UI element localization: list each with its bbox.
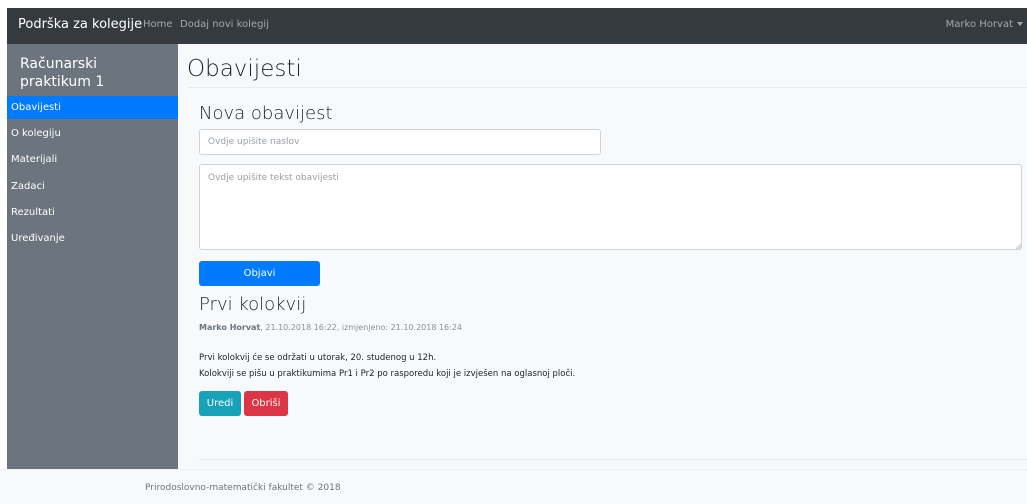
nav-link-home[interactable]: Home: [143, 19, 173, 30]
sidebar-item-materials[interactable]: Materijali: [7, 148, 178, 171]
top-navbar: Podrška za kolegije Home Dodaj novi kole…: [7, 8, 1027, 44]
notice-timestamps: , 21.10.2018 16:22, izmjenjeno: 21.10.20…: [260, 323, 463, 332]
main-content: Obavijesti Nova obavijest Objavi Prvi ko…: [178, 44, 1027, 469]
footer: Prirodoslovno-matematički fakultet © 201…: [0, 469, 1027, 504]
sidebar-item-notices[interactable]: Obavijesti: [7, 96, 178, 119]
nav-link-add-course[interactable]: Dodaj novi kolegij: [180, 19, 269, 30]
course-title: Računarski praktikum 1: [20, 56, 105, 90]
title-divider: [187, 87, 1027, 88]
notice-title-input[interactable]: [199, 129, 601, 155]
user-name: Marko Horvat: [945, 19, 1013, 30]
post-notice-button[interactable]: Objavi: [199, 261, 320, 286]
delete-notice-button[interactable]: Obriši: [244, 391, 288, 416]
notice-author: Marko Horvat: [199, 323, 261, 332]
notice-body-textarea[interactable]: [199, 164, 1022, 250]
sidebar-item-tasks[interactable]: Zadaci: [7, 175, 178, 198]
user-menu-toggle[interactable]: Marko Horvat: [946, 19, 1023, 30]
footer-copyright: Prirodoslovno-matematički fakultet © 201…: [145, 483, 341, 493]
sidebar: Računarski praktikum 1 Obavijesti O kole…: [7, 44, 178, 469]
sidebar-item-results[interactable]: Rezultati: [7, 201, 178, 224]
page-title: Obavijesti: [187, 56, 302, 82]
brand-logo-text[interactable]: Podrška za kolegije: [18, 17, 142, 32]
resize-grip-icon[interactable]: [1015, 243, 1021, 249]
notice-meta: Marko Horvat, 21.10.2018 16:22, izmjenje…: [199, 323, 462, 332]
notice-body-line: Prvi kolokvij će se održati u utorak, 20…: [199, 353, 437, 363]
notice-title: Prvi kolokvij: [199, 294, 307, 315]
new-notice-heading: Nova obavijest: [199, 103, 333, 124]
caret-down-icon: [1017, 22, 1023, 26]
notice-body-line: Kolokviji se pišu u praktikumima Pr1 i P…: [199, 369, 576, 379]
edit-notice-button[interactable]: Uredi: [199, 391, 241, 416]
sidebar-item-about[interactable]: O kolegiju: [7, 122, 178, 145]
sidebar-item-editing[interactable]: Uređivanje: [7, 227, 178, 250]
content-divider: [199, 459, 1027, 460]
